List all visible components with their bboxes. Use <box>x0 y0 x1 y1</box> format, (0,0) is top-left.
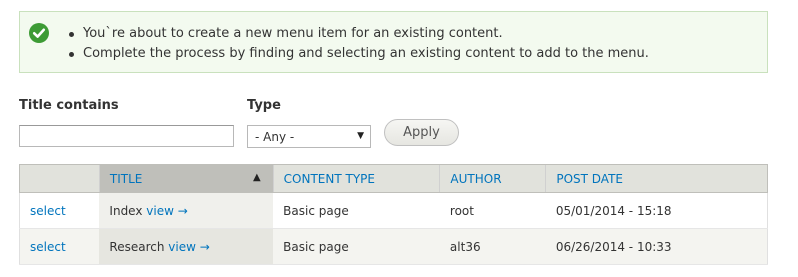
column-header-author[interactable]: AUTHOR <box>439 164 546 193</box>
column-header-content-type[interactable]: CONTENT TYPE <box>272 164 440 193</box>
table-row: select Research view → Basic page alt36 … <box>19 228 768 265</box>
row-title: Research <box>109 239 165 254</box>
view-link[interactable]: view → <box>146 204 188 218</box>
message-item: Complete the process by finding and sele… <box>66 44 649 64</box>
content-type-cell: Basic page <box>273 228 440 265</box>
column-header-select <box>19 164 100 193</box>
row-title: Index <box>109 203 143 218</box>
select-link[interactable]: select <box>30 204 66 218</box>
title-filter-label: Title contains <box>19 98 119 113</box>
type-filter-select[interactable]: - Any - ▼ <box>247 125 371 148</box>
content-type-cell: Basic page <box>273 192 440 229</box>
column-header-post-date[interactable]: POST DATE <box>545 164 768 193</box>
view-link[interactable]: view → <box>168 240 210 254</box>
post-date-cell: 05/01/2014 - 15:18 <box>545 192 768 229</box>
select-link[interactable]: select <box>30 240 66 254</box>
message-list: You`re about to create a new menu item f… <box>66 24 649 64</box>
sort-ascending-icon: ▲ <box>252 171 261 183</box>
check-circle-icon <box>29 23 49 43</box>
type-select-value: - Any - <box>255 130 295 144</box>
title-filter-input[interactable] <box>19 125 234 147</box>
author-cell: alt36 <box>439 228 546 265</box>
author-cell: root <box>439 192 546 229</box>
column-header-title-label: TITLE <box>109 171 143 186</box>
table-row: select Index view → Basic page root 05/0… <box>19 192 768 229</box>
content-table: TITLE ▲ CONTENT TYPE AUTHOR POST DATE se… <box>19 164 768 265</box>
post-date-cell: 06/26/2014 - 10:33 <box>545 228 768 265</box>
title-cell: Index view → <box>99 192 274 229</box>
column-header-title[interactable]: TITLE ▲ <box>98 164 274 193</box>
message-item: You`re about to create a new menu item f… <box>66 24 649 44</box>
dropdown-arrow-icon: ▼ <box>357 131 364 141</box>
type-filter-label: Type <box>247 98 281 113</box>
apply-button[interactable]: Apply <box>384 119 459 146</box>
title-cell: Research view → <box>99 228 274 265</box>
status-message: You`re about to create a new menu item f… <box>19 11 768 73</box>
